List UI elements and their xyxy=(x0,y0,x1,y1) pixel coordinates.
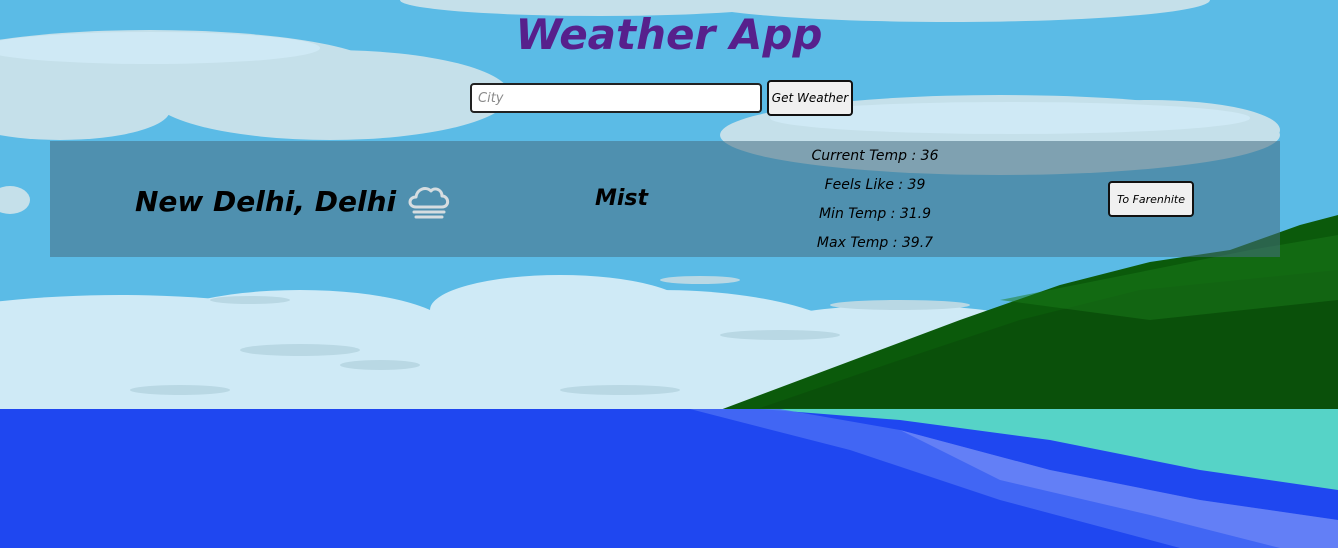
get-weather-button[interactable]: Get Weather xyxy=(767,80,853,116)
feels-like: Feels Like : 39 xyxy=(824,177,926,193)
max-temp: Max Temp : 39.7 xyxy=(816,235,934,251)
location-label: New Delhi, Delhi xyxy=(135,184,397,218)
cloud-icon xyxy=(404,181,452,221)
min-temp: Min Temp : 31.9 xyxy=(818,206,932,222)
weather-condition: Mist xyxy=(595,186,649,211)
search-bar: Get Weather xyxy=(470,80,853,116)
city-input[interactable] xyxy=(470,83,762,113)
to-fahrenheit-button[interactable]: To Farenhite xyxy=(1108,181,1194,217)
temperature-list: Current Temp : 36 Feels Like : 39 Min Te… xyxy=(790,145,960,261)
current-temp: Current Temp : 36 xyxy=(811,148,939,164)
weather-panel: New Delhi, Delhi Mist Current Temp : 36 … xyxy=(50,141,1280,257)
location-heading: New Delhi, Delhi xyxy=(135,181,452,221)
app-title: Weather App xyxy=(515,10,823,59)
